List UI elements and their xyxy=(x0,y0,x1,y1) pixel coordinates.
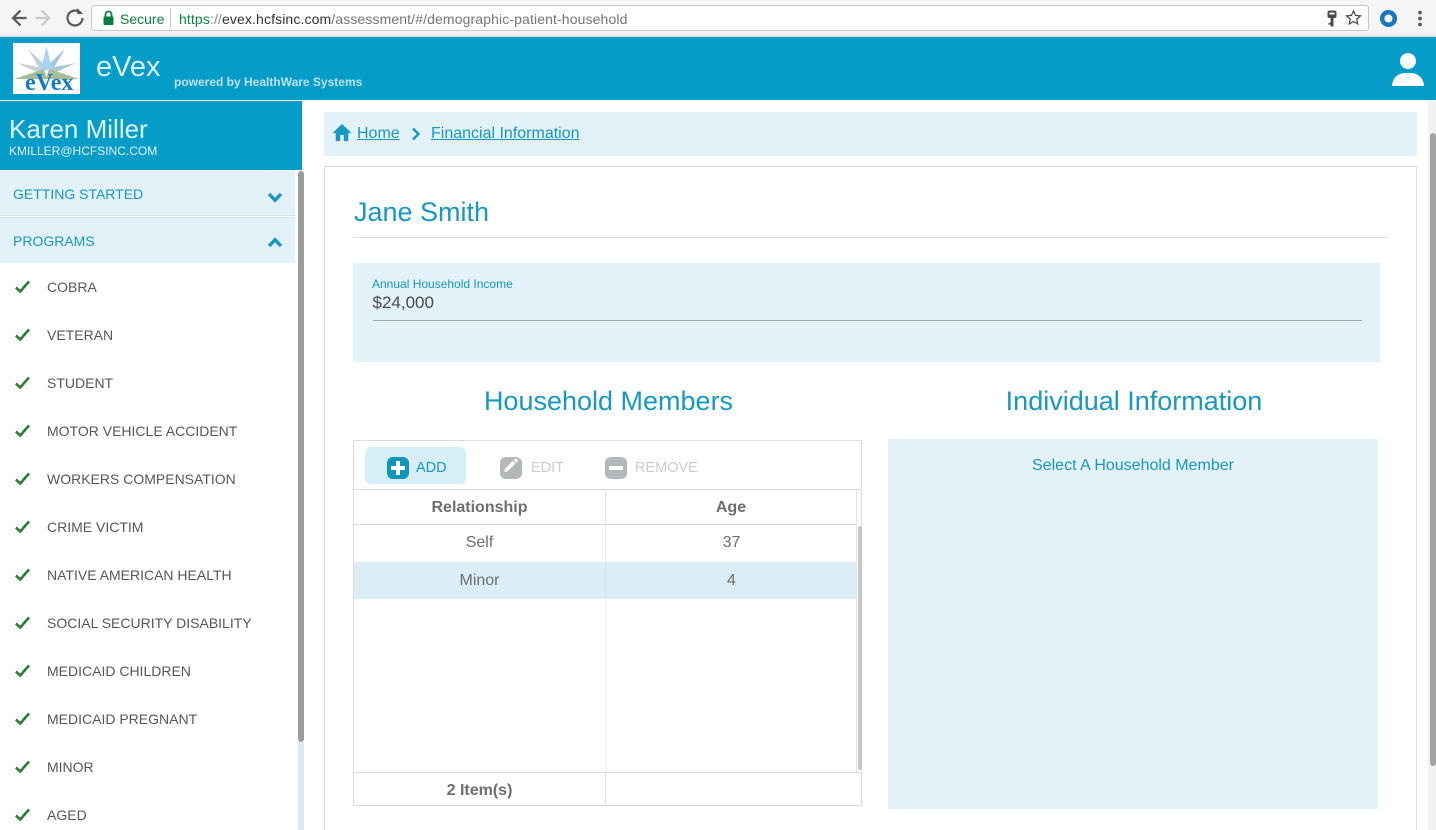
svg-text:eVex: eVex xyxy=(25,70,73,94)
